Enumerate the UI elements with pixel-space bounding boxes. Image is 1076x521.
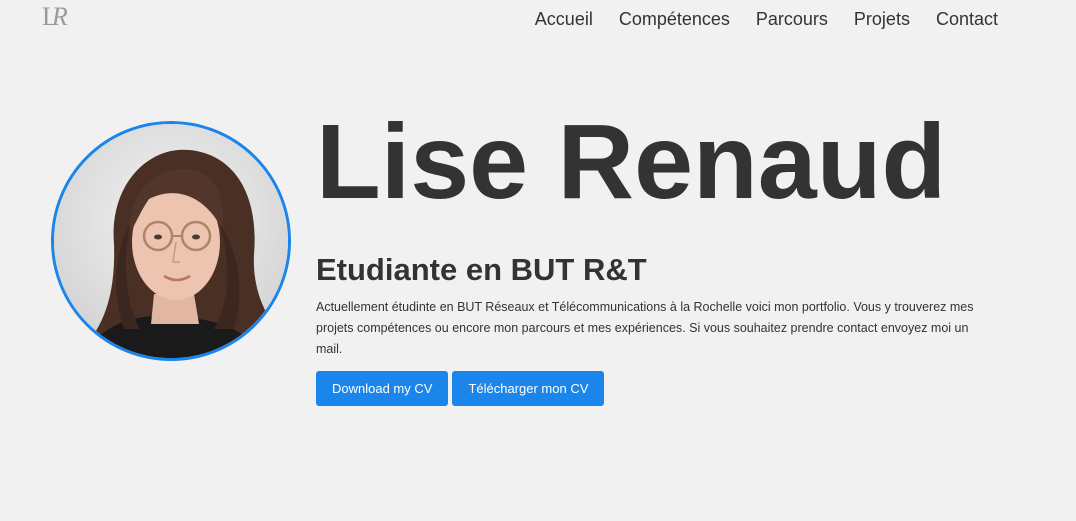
download-cv-en-button[interactable]: Download my CV [316, 371, 449, 406]
hero-subtitle: Etudiante en BUT R&T [316, 252, 647, 287]
nav-link-contact[interactable]: Contact [936, 9, 998, 30]
cv-buttons: Download my CV Télécharger mon CV [316, 371, 605, 406]
download-cv-fr-button[interactable]: Télécharger mon CV [452, 371, 605, 406]
logo-letter-r: R [51, 2, 68, 31]
nav-link-parcours[interactable]: Parcours [756, 9, 828, 30]
nav-link-accueil[interactable]: Accueil [535, 9, 593, 30]
profile-photo [51, 121, 291, 361]
hero-name: Lise Renaud [316, 103, 947, 221]
nav-link-projets[interactable]: Projets [854, 9, 910, 30]
logo-letter-l: L [42, 2, 58, 31]
site-logo[interactable]: LR [42, 2, 68, 32]
nav-link-competences[interactable]: Compétences [619, 9, 730, 30]
main-nav: Accueil Compétences Parcours Projets Con… [535, 9, 998, 30]
hero-description: Actuellement étudinte en BUT Réseaux et … [316, 300, 974, 356]
